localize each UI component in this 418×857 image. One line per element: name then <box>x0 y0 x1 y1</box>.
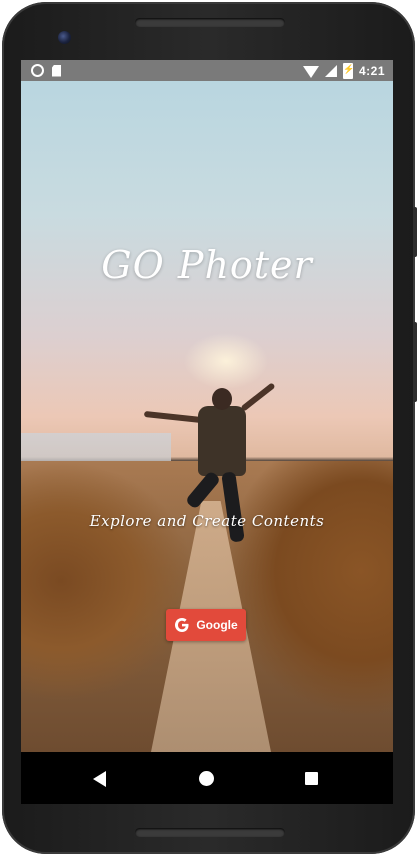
recents-icon[interactable] <box>305 772 318 785</box>
tagline: Explore and Create Contents <box>89 512 325 530</box>
status-time: 4:21 <box>358 64 385 78</box>
signal-icon <box>324 65 337 77</box>
sd-card-icon <box>52 64 61 77</box>
screen: 4:21 GO Photer Explore and Create Conten… <box>21 60 393 752</box>
volume-button <box>413 207 417 257</box>
bottom-speaker <box>135 828 285 837</box>
notification-ring-icon <box>31 64 44 77</box>
google-button-label: Google <box>196 618 238 632</box>
jumping-person <box>143 382 296 561</box>
earpiece-speaker <box>135 18 285 27</box>
front-camera-icon <box>58 31 71 44</box>
home-icon[interactable] <box>199 771 214 786</box>
back-icon[interactable] <box>93 771 106 787</box>
power-button <box>413 322 417 402</box>
google-g-icon <box>174 617 190 633</box>
navigation-bar <box>21 752 393 804</box>
google-sign-in-button[interactable]: Google <box>166 609 246 641</box>
app-title: GO Photer <box>101 243 313 287</box>
battery-charging-icon <box>342 63 354 79</box>
wifi-icon <box>302 65 319 78</box>
background-photo: GO Photer Explore and Create Contents Go… <box>21 81 393 752</box>
status-bar: 4:21 <box>21 60 393 81</box>
